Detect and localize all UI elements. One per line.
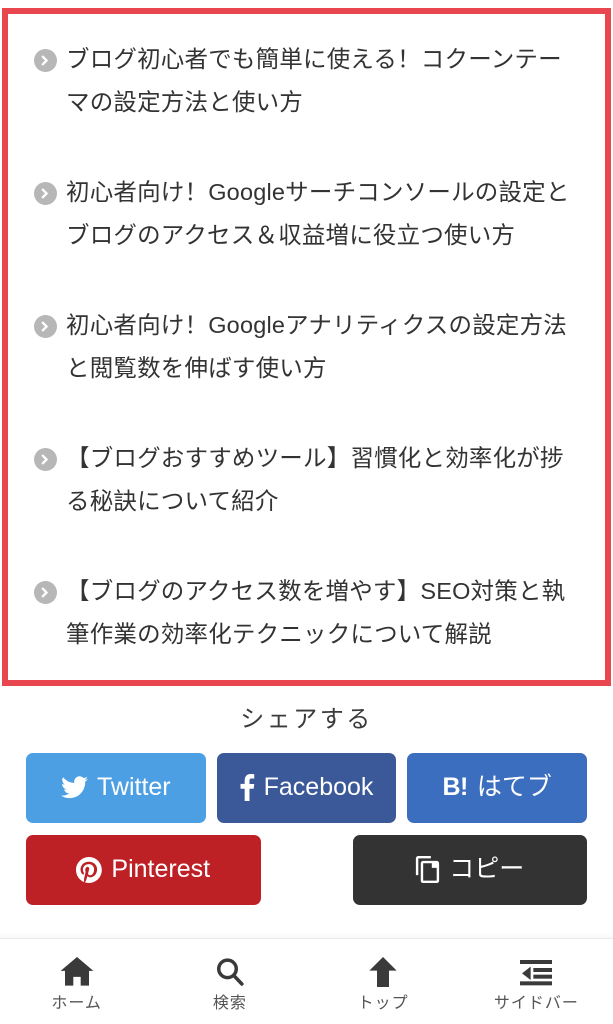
home-icon bbox=[60, 955, 94, 989]
page-root: ブログ初心者でも簡単に使える！コクーンテーマの設定方法と使い方 初心者向け！Go… bbox=[0, 0, 613, 1024]
share-buttons-row-2: Pinterest コピー bbox=[0, 834, 613, 905]
related-post-link[interactable]: 初心者向け！Googleサーチコンソールの設定とブログのアクセス＆収益増に役立つ… bbox=[30, 171, 583, 258]
facebook-icon bbox=[240, 774, 255, 802]
nav-item-top[interactable]: トップ bbox=[307, 939, 460, 1024]
share-buttons-row-1: Twitter Facebook B! はてブ bbox=[0, 752, 613, 823]
share-copy-label: コピー bbox=[449, 855, 525, 884]
share-pinterest-label: Pinterest bbox=[111, 855, 211, 884]
nav-item-search[interactable]: 検索 bbox=[153, 939, 306, 1024]
chevron-circle-right-icon bbox=[34, 181, 57, 205]
share-twitter-label: Twitter bbox=[97, 773, 171, 802]
nav-label-sidebar: サイドバー bbox=[493, 995, 579, 1012]
chevron-circle-right-icon bbox=[34, 314, 57, 338]
twitter-icon bbox=[61, 776, 89, 799]
share-facebook-button[interactable]: Facebook bbox=[216, 752, 397, 823]
chevron-circle-right-icon bbox=[34, 49, 57, 72]
related-post-link[interactable]: ブログ初心者でも簡単に使える！コクーンテーマの設定方法と使い方 bbox=[30, 38, 583, 125]
nav-item-home[interactable]: ホーム bbox=[0, 939, 153, 1024]
chevron-circle-right-icon bbox=[34, 447, 57, 471]
related-post-title: 初心者向け！Googleアナリティクスの設定方法と閲覧数を伸ばす使い方 bbox=[66, 311, 567, 382]
related-post-title: 初心者向け！Googleサーチコンソールの設定とブログのアクセス＆収益増に役立つ… bbox=[66, 178, 570, 249]
related-posts-list: ブログ初心者でも簡単に使える！コクーンテーマの設定方法と使い方 初心者向け！Go… bbox=[8, 14, 605, 657]
share-facebook-label: Facebook bbox=[263, 773, 374, 802]
chevron-circle-right-icon bbox=[34, 580, 57, 604]
related-post-link[interactable]: 初心者向け！Googleアナリティクスの設定方法と閲覧数を伸ばす使い方 bbox=[30, 304, 583, 391]
share-hatena-label: はてブ bbox=[476, 773, 552, 802]
nav-label-home: ホーム bbox=[51, 995, 102, 1012]
related-post-title: 【ブログおすすめツール】習慣化と効率化が捗る秘訣について紹介 bbox=[66, 444, 564, 515]
copy-icon bbox=[415, 856, 440, 884]
share-twitter-button[interactable]: Twitter bbox=[26, 752, 206, 823]
share-copy-button[interactable]: コピー bbox=[352, 834, 587, 905]
share-pinterest-button[interactable]: Pinterest bbox=[26, 834, 261, 905]
share-section: シェアする Twitter Facebook B! はてブ Pinterest … bbox=[0, 694, 613, 905]
nav-item-sidebar[interactable]: サイドバー bbox=[460, 939, 613, 1024]
hatena-icon: B! bbox=[442, 773, 468, 802]
nav-label-search: 検索 bbox=[212, 995, 247, 1012]
related-post-link[interactable]: 【ブログのアクセス数を増やす】SEO対策と執筆作業の効率化テクニックについて解説 bbox=[30, 570, 583, 657]
share-heading: シェアする bbox=[240, 706, 373, 733]
related-post-title: 【ブログのアクセス数を増やす】SEO対策と執筆作業の効率化テクニックについて解説 bbox=[66, 577, 566, 648]
pinterest-icon bbox=[76, 856, 103, 883]
related-posts-box: ブログ初心者でも簡単に使える！コクーンテーマの設定方法と使い方 初心者向け！Go… bbox=[2, 8, 611, 686]
bottom-navigation-bar: ホーム 検索 トップ サイドバー bbox=[0, 938, 613, 1024]
related-post-link[interactable]: 【ブログおすすめツール】習慣化と効率化が捗る秘訣について紹介 bbox=[30, 437, 583, 524]
arrow-up-icon bbox=[369, 955, 397, 989]
nav-label-top: トップ bbox=[357, 995, 409, 1012]
share-hatena-button[interactable]: B! はてブ bbox=[407, 752, 588, 823]
search-icon bbox=[215, 955, 245, 989]
sidebar-indent-icon bbox=[520, 955, 553, 989]
related-post-title: ブログ初心者でも簡単に使える！コクーンテーマの設定方法と使い方 bbox=[66, 46, 562, 116]
